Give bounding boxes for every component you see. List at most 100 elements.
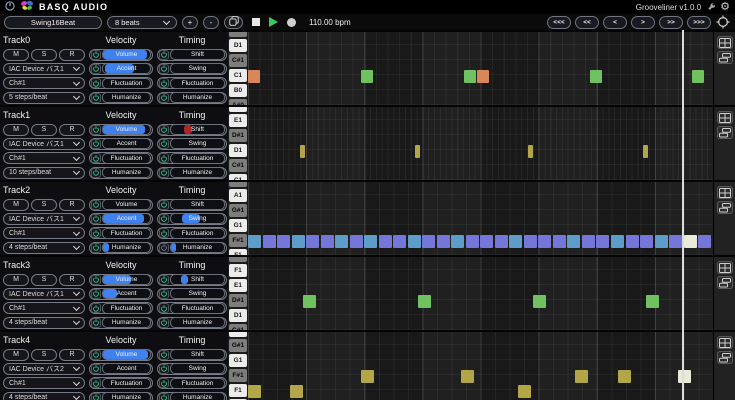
humanize-slider[interactable]: Humanize [102, 317, 151, 328]
power-button[interactable] [91, 378, 101, 388]
play-button[interactable] [269, 17, 278, 27]
shift-slider[interactable]: Shift [170, 199, 225, 210]
fluctuation-slider[interactable]: Fluctuation [170, 303, 225, 314]
note-cell[interactable] [626, 235, 639, 248]
remove-beat-button[interactable]: - [203, 16, 219, 29]
power-button[interactable] [91, 93, 101, 103]
humanize-slider[interactable]: Humanize [102, 167, 151, 178]
pattern-toggle-icon[interactable] [717, 201, 733, 214]
note-cell[interactable] [393, 235, 406, 248]
shift-slider[interactable]: Shift [170, 49, 225, 60]
humanize-slider[interactable]: Humanize [170, 242, 225, 253]
note-cell[interactable] [538, 235, 551, 248]
note-cell[interactable] [451, 235, 464, 248]
channel-select[interactable]: Ch#1 [3, 302, 85, 314]
power-button[interactable] [91, 364, 101, 374]
volume-slider[interactable]: Volume [102, 49, 151, 60]
swing-slider[interactable]: Swing [170, 288, 225, 299]
steps-select[interactable]: 10 steps/beat [3, 167, 85, 179]
note-cell[interactable] [582, 235, 595, 248]
record-button[interactable] [287, 18, 296, 27]
fluctuation-slider[interactable]: Fluctuation [102, 153, 151, 164]
accent-slider[interactable]: Accent [102, 63, 151, 74]
note-cell[interactable] [646, 295, 659, 308]
bpm-display[interactable]: 110.00 bpm [309, 18, 351, 27]
note-cell[interactable] [350, 235, 363, 248]
volume-slider[interactable]: Volume [102, 274, 151, 285]
power-button[interactable] [91, 214, 101, 224]
power-button[interactable] [159, 275, 169, 285]
accent-slider[interactable]: Accent [102, 288, 151, 299]
pattern-toggle-icon[interactable] [717, 276, 733, 289]
mute-button[interactable]: M [3, 274, 29, 286]
note-cell[interactable] [306, 235, 319, 248]
fluctuation-slider[interactable]: Fluctuation [170, 228, 225, 239]
nav-back-button[interactable]: < [603, 16, 627, 29]
channel-select[interactable]: Ch#1 [3, 377, 85, 389]
step-grid[interactable] [248, 32, 713, 105]
grid-toggle-icon[interactable] [717, 36, 733, 49]
note-cell[interactable] [321, 235, 334, 248]
power-button[interactable] [159, 125, 169, 135]
power-button[interactable] [159, 228, 169, 238]
power-button[interactable] [91, 139, 101, 149]
note-cell[interactable] [669, 235, 682, 248]
device-select[interactable]: IAC Device バス1 [3, 138, 85, 150]
channel-select[interactable]: Ch#1 [3, 77, 85, 89]
mute-button[interactable]: M [3, 349, 29, 361]
fluctuation-slider[interactable]: Fluctuation [170, 378, 225, 389]
humanize-slider[interactable]: Humanize [170, 317, 225, 328]
shift-slider[interactable]: Shift [170, 274, 225, 285]
device-select[interactable]: IAC Device バス1 [3, 288, 85, 300]
power-button[interactable] [159, 93, 169, 103]
nav-fast-back-button[interactable]: << [575, 16, 599, 29]
note-cell[interactable] [290, 385, 303, 398]
note-cell[interactable] [415, 145, 420, 158]
nav-fast-forward-button[interactable]: >> [659, 16, 683, 29]
fluctuation-slider[interactable]: Fluctuation [102, 78, 151, 89]
note-cell[interactable] [422, 235, 435, 248]
note-cell[interactable] [533, 295, 546, 308]
humanize-slider[interactable]: Humanize [170, 92, 225, 103]
note-cell[interactable] [480, 235, 493, 248]
note-cell[interactable] [518, 385, 531, 398]
fluctuation-slider[interactable]: Fluctuation [102, 228, 151, 239]
note-cell[interactable] [361, 70, 373, 83]
fluctuation-slider[interactable]: Fluctuation [170, 78, 225, 89]
note-cell[interactable] [567, 235, 580, 248]
note-cell[interactable] [495, 235, 508, 248]
power-button[interactable] [91, 64, 101, 74]
note-cell[interactable] [618, 370, 631, 383]
power-button[interactable] [159, 350, 169, 360]
note-cell[interactable] [364, 235, 377, 248]
power-button[interactable] [159, 378, 169, 388]
note-cell[interactable] [277, 235, 290, 248]
swing-slider[interactable]: Swing [170, 213, 225, 224]
note-cell[interactable] [300, 145, 305, 158]
note-cell[interactable] [418, 295, 431, 308]
power-button[interactable] [91, 350, 101, 360]
grid-toggle-icon[interactable] [717, 186, 733, 199]
steps-select[interactable]: 4 steps/beat [3, 317, 85, 329]
power-button[interactable] [159, 78, 169, 88]
power-button[interactable] [159, 168, 169, 178]
fluctuation-slider[interactable]: Fluctuation [102, 303, 151, 314]
mute-button[interactable]: M [3, 49, 29, 61]
note-cell[interactable] [678, 370, 691, 383]
note-cell[interactable] [509, 235, 522, 248]
note-cell[interactable] [528, 145, 533, 158]
power-button[interactable] [91, 50, 101, 60]
power-button[interactable] [159, 303, 169, 313]
note-cell[interactable] [477, 70, 489, 83]
step-grid[interactable] [248, 107, 713, 180]
record-arm-button[interactable]: R [59, 349, 85, 361]
note-cell[interactable] [379, 235, 392, 248]
power-button[interactable] [159, 243, 169, 253]
note-cell[interactable] [464, 70, 476, 83]
shift-slider[interactable]: Shift [170, 124, 225, 135]
channel-select[interactable]: Ch#1 [3, 152, 85, 164]
power-button[interactable] [159, 364, 169, 374]
note-cell[interactable] [590, 70, 602, 83]
power-button[interactable] [91, 168, 101, 178]
note-cell[interactable] [248, 70, 260, 83]
